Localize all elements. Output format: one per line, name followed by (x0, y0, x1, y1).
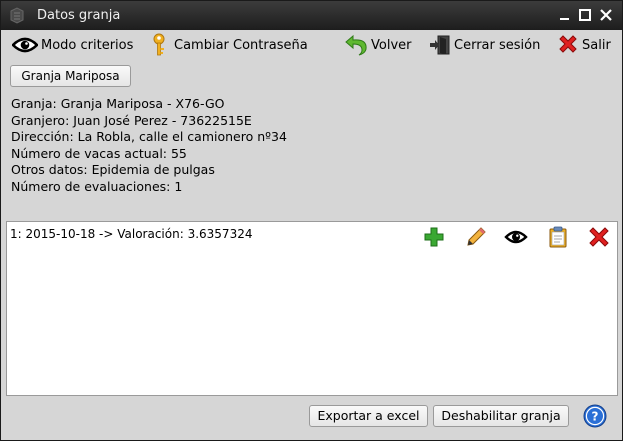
view-eye-icon[interactable] (504, 225, 528, 249)
address-text: Dirección: La Robla, calle el camionero … (11, 129, 287, 144)
eye-icon (12, 36, 38, 54)
app-icon (8, 7, 26, 24)
logout-button[interactable]: Cerrar sesión (429, 33, 540, 57)
farm-info: Granja: Granja Mariposa - X76-GO Granjer… (11, 96, 287, 195)
edit-pencil-icon[interactable] (464, 225, 488, 249)
maximize-icon[interactable] (577, 7, 593, 23)
key-icon (151, 33, 167, 57)
farm-button[interactable]: Granja Mariposa (10, 65, 131, 87)
criteria-mode-button[interactable]: Modo criterios (12, 33, 133, 57)
toolbar: Modo criterios Cambiar Contraseña Volver… (1, 30, 622, 60)
title-bar[interactable]: Datos granja (1, 1, 622, 30)
evaluation-count-text: Número de evaluaciones: 1 (11, 178, 183, 194)
undo-arrow-icon (344, 34, 368, 56)
close-icon[interactable] (598, 7, 614, 23)
logout-label: Cerrar sesión (454, 37, 541, 53)
svg-text:?: ? (592, 410, 599, 424)
back-label: Volver (371, 37, 412, 53)
exit-x-icon (557, 34, 579, 56)
add-icon[interactable] (422, 225, 446, 249)
change-password-label: Cambiar Contraseña (174, 37, 308, 53)
farm-name-text: Granja: Granja Mariposa - X76-GO (11, 96, 225, 111)
farm-data-window: Datos granja Modo criterios Cambiar Cont… (0, 0, 623, 441)
window-title: Datos granja (37, 8, 121, 23)
criteria-mode-label: Modo criterios (41, 37, 134, 53)
exit-label: Salir (582, 37, 611, 53)
farmer-text: Granjero: Juan José Perez - 73622515E (11, 112, 252, 128)
delete-icon[interactable] (587, 225, 611, 249)
clipboard-icon[interactable] (546, 225, 570, 249)
disable-farm-button[interactable]: Deshabilitar granja (433, 405, 569, 427)
back-button[interactable]: Volver (344, 33, 412, 57)
door-exit-icon (429, 34, 451, 56)
list-item[interactable]: 1: 2015-10-18 -> Valoración: 3.6357324 (7, 222, 617, 250)
evaluation-text: 1: 2015-10-18 -> Valoración: 3.6357324 (10, 227, 253, 241)
exit-button[interactable]: Salir (557, 33, 611, 57)
export-excel-button[interactable]: Exportar a excel (309, 405, 428, 427)
evaluation-list[interactable]: 1: 2015-10-18 -> Valoración: 3.6357324 (6, 221, 618, 396)
change-password-button[interactable]: Cambiar Contraseña (151, 33, 308, 57)
help-icon[interactable]: ? (583, 404, 607, 428)
other-data-text: Otros datos: Epidemia de pulgas (11, 162, 215, 177)
cow-count-text: Número de vacas actual: 55 (11, 145, 187, 161)
minimize-icon[interactable] (557, 7, 573, 23)
